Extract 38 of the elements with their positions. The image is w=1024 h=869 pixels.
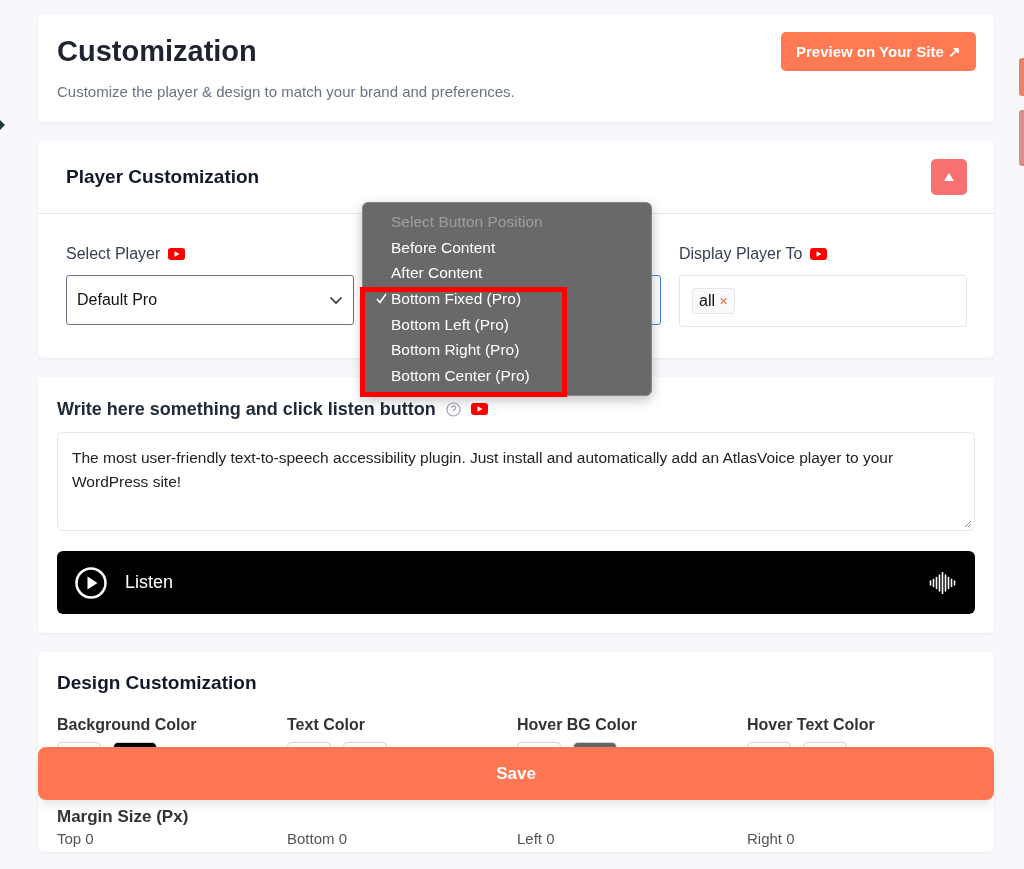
audience-field[interactable]: all × [679, 275, 967, 327]
field-label: Select Player [66, 245, 161, 263]
caret-icon [943, 172, 955, 182]
field-label: Hover BG Color [517, 715, 638, 735]
video-icon[interactable] [470, 403, 488, 415]
menu-option[interactable]: Bottom Right (Pro) [375, 340, 520, 361]
menu-option[interactable]: Before Content [375, 237, 496, 258]
menu-option[interactable]: After Content [375, 263, 483, 284]
waveform-icon [929, 571, 956, 594]
margin-value: Right 0 [747, 829, 796, 848]
margin-value: Top 0 [57, 829, 95, 848]
caret-icon[interactable] [0, 120, 5, 130]
section-title: Player Customization [66, 166, 260, 188]
text-area[interactable]: The most user-friendly text-to-speech accessibility plugin. Just install and automatically add an AtlasVoice player to your WordPress site! [57, 432, 975, 531]
menu-option[interactable]: Bottom Fixed (Pro) [375, 289, 522, 309]
margin-value: Left 0 [517, 829, 556, 848]
field-label: Hover Text Color [747, 715, 876, 735]
video-icon[interactable] [810, 248, 828, 260]
page-subtitle: Customize the player & design to match your brand and preferences. [57, 83, 516, 100]
chevron-icon [329, 295, 343, 305]
margin-value: Bottom 0 [287, 829, 349, 848]
field-label: Background Color [57, 715, 198, 735]
audience-tag[interactable]: all × [692, 288, 735, 314]
section-subtitle: Margin Size (Px) [57, 807, 190, 826]
field-label: Write here something and click listen button [57, 398, 436, 420]
page-title: Customization [57, 34, 257, 69]
listen-label[interactable]: Listen [125, 572, 911, 593]
collapse-button[interactable] [931, 159, 967, 195]
play-icon[interactable] [75, 566, 107, 599]
menu-option[interactable]: Bottom Center (Pro) [375, 366, 530, 387]
help-icon[interactable] [445, 401, 461, 417]
field-label: Display Player To [679, 245, 803, 263]
resize-handle[interactable] [964, 520, 972, 528]
menu-option[interactable]: Bottom Left (Pro) [375, 314, 509, 335]
video-icon[interactable] [168, 248, 186, 260]
field-label: Text Color [287, 715, 366, 735]
player-select[interactable]: Default Pro [66, 275, 354, 325]
section-title: Design Customization [57, 671, 258, 695]
